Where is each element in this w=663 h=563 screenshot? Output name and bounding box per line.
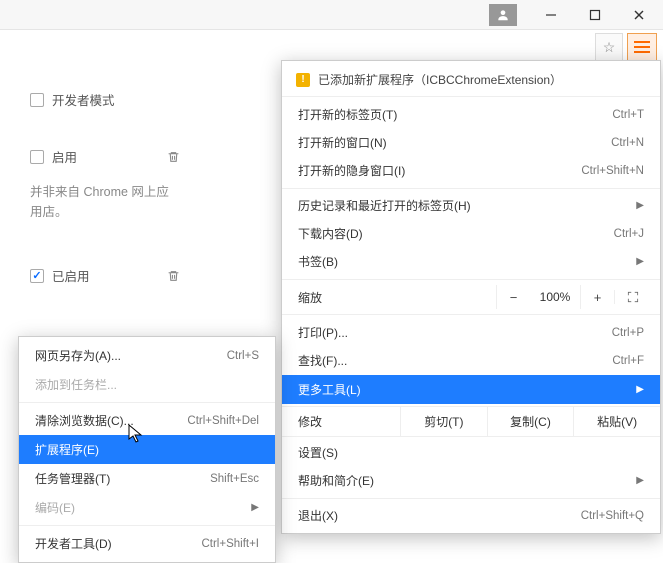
menu-item-label: 任务管理器(T) [35, 470, 110, 487]
menu-item-label: 查找(F)... [298, 352, 347, 369]
menu-edit-row: 修改 剪切(T) 复制(C) 粘贴(V) [282, 406, 660, 437]
chevron-right-icon: ▶ [636, 475, 644, 486]
menu-cut[interactable]: 剪切(T) [401, 407, 488, 436]
menu-settings[interactable]: 设置(S) [282, 439, 660, 466]
chevron-right-icon: ▶ [636, 256, 644, 267]
zoom-label: 缩放 [298, 289, 496, 306]
menu-item-shortcut: Ctrl+F [612, 355, 644, 367]
menu-new-tab[interactable]: 打开新的标签页(T) Ctrl+T [282, 101, 660, 128]
edit-label: 修改 [282, 407, 401, 436]
trash-icon [167, 150, 180, 164]
submenu-clear-browsing-data[interactable]: 清除浏览数据(C)... Ctrl+Shift+Del [19, 406, 275, 435]
extensions-page-content: 开发者模式 启用 并非来自 Chrome 网上应用店。 已启用 [30, 90, 200, 301]
warning-icon: ! [296, 73, 310, 87]
submenu-extensions[interactable]: 扩展程序(E) [19, 435, 275, 464]
menu-more-tools[interactable]: 更多工具(L) ▶ [282, 375, 660, 404]
chevron-right-icon: ▶ [636, 384, 644, 395]
star-icon: ☆ [603, 39, 616, 56]
extension-added-notice[interactable]: ! 已添加新扩展程序（ICBCChromeExtension） [282, 65, 660, 97]
window-maximize-button[interactable] [573, 1, 617, 29]
extension-source-note: 并非来自 Chrome 网上应用店。 [30, 182, 170, 222]
menu-item-shortcut: Ctrl+T [612, 109, 644, 121]
window-titlebar [0, 0, 663, 30]
delete-extension-button-2[interactable] [167, 269, 180, 283]
zoom-out-button[interactable]: − [496, 285, 530, 309]
menu-item-label: 书签(B) [298, 253, 338, 270]
menu-item-shortcut: Ctrl+Shift+Del [187, 415, 259, 427]
menu-incognito[interactable]: 打开新的隐身窗口(I) Ctrl+Shift+N [282, 157, 660, 184]
enabled-label: 已启用 [52, 266, 90, 285]
dev-mode-checkbox[interactable] [30, 93, 44, 107]
menu-item-label: 下载内容(D) [298, 225, 363, 242]
close-icon [633, 9, 645, 21]
chevron-right-icon: ▶ [636, 200, 644, 211]
menu-item-label: 打开新的窗口(N) [298, 134, 387, 151]
more-tools-submenu: 网页另存为(A)... Ctrl+S 添加到任务栏... 清除浏览数据(C)..… [18, 336, 276, 563]
enable-checkbox[interactable] [30, 150, 44, 164]
menu-new-window[interactable]: 打开新的窗口(N) Ctrl+N [282, 129, 660, 156]
menu-item-label: 添加到任务栏... [35, 376, 117, 393]
hamburger-icon [634, 40, 650, 55]
menu-history[interactable]: 历史记录和最近打开的标签页(H) ▶ [282, 188, 660, 219]
submenu-separator [19, 402, 275, 403]
window-minimize-button[interactable] [529, 1, 573, 29]
menu-item-label: 退出(X) [298, 507, 338, 524]
main-menu-dropdown: ! 已添加新扩展程序（ICBCChromeExtension） 打开新的标签页(… [281, 60, 661, 534]
menu-item-label: 编码(E) [35, 499, 75, 516]
menu-copy[interactable]: 复制(C) [488, 407, 575, 436]
menu-item-shortcut: Ctrl+N [611, 137, 644, 149]
menu-item-label: 扩展程序(E) [35, 441, 99, 458]
maximize-icon [589, 9, 601, 21]
menu-item-label: 打印(P)... [298, 324, 348, 341]
menu-item-label: 设置(S) [298, 444, 338, 461]
menu-item-shortcut: Ctrl+P [612, 327, 644, 339]
delete-extension-button[interactable] [167, 150, 180, 164]
enabled-checkbox[interactable] [30, 269, 44, 283]
menu-item-label: 开发者工具(D) [35, 535, 112, 552]
minimize-icon [545, 9, 557, 21]
submenu-separator [19, 525, 275, 526]
menu-item-shortcut: Shift+Esc [210, 473, 259, 485]
browser-toolbar: ☆ [0, 30, 663, 64]
menu-item-label: 网页另存为(A)... [35, 347, 121, 364]
submenu-encoding[interactable]: 编码(E) ▶ [19, 493, 275, 522]
submenu-save-page-as[interactable]: 网页另存为(A)... Ctrl+S [19, 341, 275, 370]
bookmark-star-button[interactable]: ☆ [595, 33, 623, 61]
main-menu-button[interactable] [627, 33, 657, 61]
menu-item-shortcut: Ctrl+Shift+N [581, 165, 644, 177]
fullscreen-icon [626, 290, 640, 304]
dev-mode-label: 开发者模式 [52, 90, 115, 109]
menu-item-label: 清除浏览数据(C)... [35, 412, 134, 429]
window-close-button[interactable] [617, 1, 661, 29]
menu-item-shortcut: Ctrl+Shift+I [201, 538, 259, 550]
notice-text: 已添加新扩展程序（ICBCChromeExtension） [318, 71, 562, 88]
menu-paste[interactable]: 粘贴(V) [574, 407, 660, 436]
menu-item-label: 更多工具(L) [298, 381, 361, 398]
person-icon [496, 8, 510, 22]
menu-item-shortcut: Ctrl+S [227, 350, 259, 362]
menu-item-label: 帮助和简介(E) [298, 472, 374, 489]
menu-zoom-row: 缩放 − 100% + [282, 279, 660, 315]
menu-bookmarks[interactable]: 书签(B) ▶ [282, 248, 660, 275]
enable-label: 启用 [52, 147, 77, 166]
menu-find[interactable]: 查找(F)... Ctrl+F [282, 347, 660, 374]
menu-print[interactable]: 打印(P)... Ctrl+P [282, 319, 660, 346]
zoom-value: 100% [530, 290, 580, 304]
menu-item-shortcut: Ctrl+Shift+Q [581, 510, 644, 522]
menu-item-label: 打开新的隐身窗口(I) [298, 162, 405, 179]
menu-exit[interactable]: 退出(X) Ctrl+Shift+Q [282, 498, 660, 529]
trash-icon [167, 269, 180, 283]
submenu-developer-tools[interactable]: 开发者工具(D) Ctrl+Shift+I [19, 529, 275, 558]
menu-item-shortcut: Ctrl+J [614, 228, 644, 240]
fullscreen-button[interactable] [614, 290, 650, 304]
menu-item-label: 打开新的标签页(T) [298, 106, 397, 123]
submenu-add-to-taskbar: 添加到任务栏... [19, 370, 275, 399]
menu-downloads[interactable]: 下载内容(D) Ctrl+J [282, 220, 660, 247]
menu-item-label: 历史记录和最近打开的标签页(H) [298, 197, 471, 214]
user-profile-badge[interactable] [489, 4, 517, 26]
submenu-task-manager[interactable]: 任务管理器(T) Shift+Esc [19, 464, 275, 493]
zoom-in-button[interactable]: + [580, 285, 614, 309]
menu-help[interactable]: 帮助和简介(E) ▶ [282, 467, 660, 494]
chevron-right-icon: ▶ [251, 502, 259, 513]
